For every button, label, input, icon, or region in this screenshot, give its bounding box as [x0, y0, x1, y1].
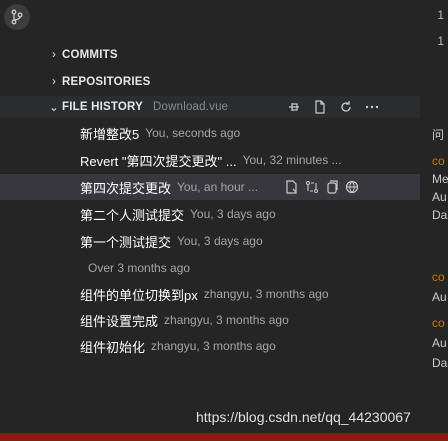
commit-message: Revert "第四次提交更改" ... — [80, 153, 237, 169]
commit-row[interactable]: 组件设置完成 zhangyu, 3 months ago — [0, 307, 420, 333]
watermark: https://blog.csdn.net/qq_44230067 — [196, 409, 411, 425]
commit-message: 第四次提交更改 — [80, 180, 172, 196]
source-control-icon[interactable] — [4, 4, 30, 30]
globe-icon[interactable] — [344, 179, 360, 195]
pin-icon[interactable] — [286, 99, 302, 115]
hover-text: Da — [432, 208, 448, 222]
commit-meta: zhangyu, 3 months ago — [203, 287, 329, 301]
chevron-down-icon: ⌄ — [49, 102, 59, 114]
hover-text: Au — [432, 290, 447, 304]
section-label: COMMITS — [62, 49, 118, 61]
chevron-right-icon: › — [51, 49, 57, 61]
commit-meta: zhangyu, 3 months ago — [151, 339, 276, 353]
commit-meta: zhangyu, 3 months ago — [164, 313, 289, 327]
top-number-1: 1 — [437, 8, 444, 22]
commit-row[interactable]: 第一个测试提交 You, 3 days ago — [0, 228, 420, 254]
section-description: Download.vue — [153, 101, 229, 113]
group-label: Over 3 months ago — [88, 261, 191, 275]
commit-row[interactable]: 组件初始化 zhangyu, 3 months ago — [0, 333, 420, 359]
hover-text: 问 — [432, 128, 445, 142]
commit-row[interactable]: 第二个人测试提交 You, 3 days ago — [0, 201, 420, 227]
bottom-bar — [0, 433, 448, 441]
commit-meta: You, an hour ... — [177, 180, 258, 194]
top-number-2: 1 — [437, 34, 444, 48]
hover-text: co — [432, 154, 445, 168]
commit-message: 组件初始化 — [80, 339, 146, 355]
commit-row[interactable]: Revert "第四次提交更改" ... You, 32 minutes ... — [0, 147, 420, 173]
commit-message: 第二个人测试提交 — [80, 207, 185, 223]
hover-text: Me — [432, 172, 448, 186]
hover-text: co — [432, 270, 445, 284]
hover-text: Au — [432, 336, 447, 350]
commit-meta: You, 3 days ago — [190, 207, 276, 221]
compare-file-icon[interactable] — [284, 179, 300, 195]
section-commits[interactable]: › COMMITS — [0, 44, 420, 66]
section-file-history[interactable]: ⌄ FILE HISTORY Download.vue — [0, 96, 420, 118]
commit-message: 新增整改5 — [80, 126, 140, 142]
commit-meta: You, 3 days ago — [177, 234, 263, 248]
file-icon[interactable] — [312, 99, 328, 115]
section-label: FILE HISTORY — [62, 101, 143, 113]
hover-text: Da — [432, 356, 448, 370]
commit-message: 组件的单位切换到px — [80, 287, 198, 303]
more-icon[interactable] — [364, 99, 380, 115]
commit-row-selected[interactable]: 第四次提交更改 You, an hour ... — [0, 174, 420, 200]
commit-row[interactable]: 新增整改5 You, seconds ago — [0, 120, 420, 146]
section-label: REPOSITORIES — [62, 76, 151, 88]
commit-meta: You, 32 minutes ... — [242, 153, 342, 167]
copy-icon[interactable] — [324, 179, 340, 195]
commit-row[interactable]: 组件的单位切换到px zhangyu, 3 months ago — [0, 281, 420, 307]
refresh-icon[interactable] — [338, 99, 354, 115]
section-repositories[interactable]: › REPOSITORIES — [0, 71, 420, 93]
commit-message: 第一个测试提交 — [80, 234, 172, 250]
git-compare-icon[interactable] — [304, 179, 320, 195]
commit-message: 组件设置完成 — [80, 313, 159, 329]
commit-meta: You, seconds ago — [145, 126, 241, 140]
chevron-right-icon: › — [51, 76, 57, 88]
hover-text: co — [432, 316, 445, 330]
hover-text: Au — [432, 190, 447, 204]
